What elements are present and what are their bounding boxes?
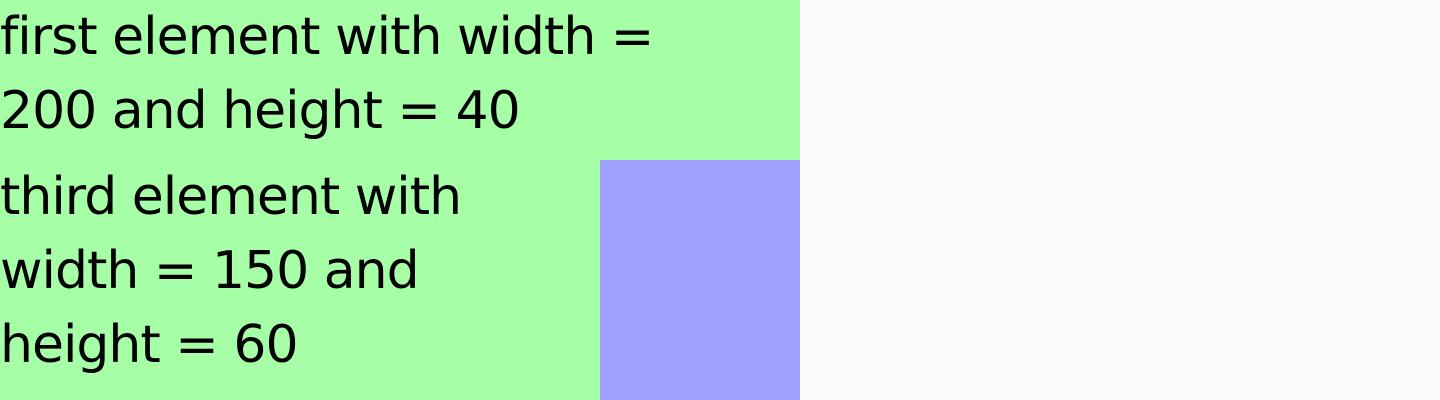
first-element-line-1: first element with width =: [0, 7, 654, 67]
third-element: third element with width = 150 and heigh…: [0, 160, 600, 400]
third-element-line-2: width = 150 and: [0, 241, 420, 301]
third-element-line-3: height = 60: [0, 315, 299, 375]
first-element-line-2: 200 and height = 40: [0, 81, 521, 141]
third-element-line-1: third element with: [0, 167, 462, 227]
first-element: first element with width = 200 and heigh…: [0, 0, 800, 160]
second-element-block: [600, 160, 800, 400]
